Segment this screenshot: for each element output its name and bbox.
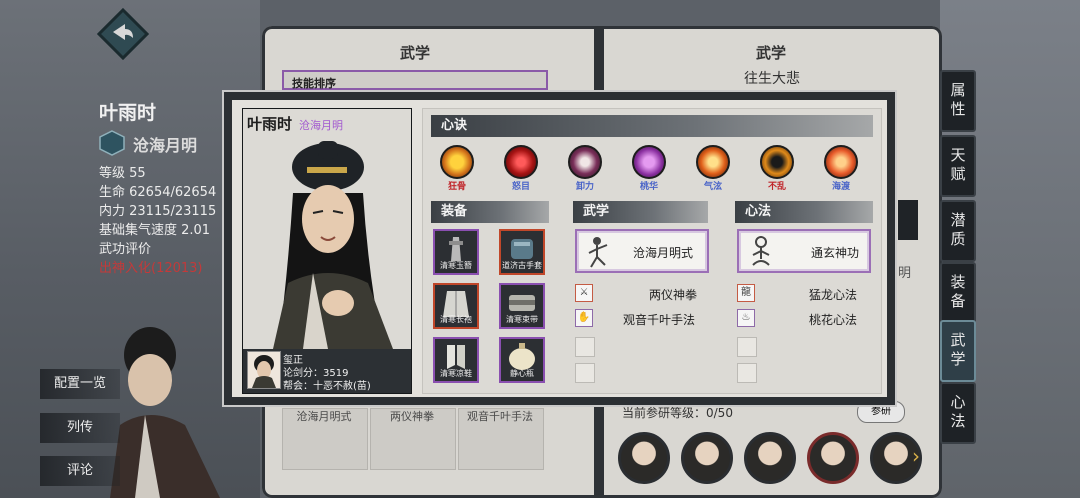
tab-talent[interactable]: 天赋: [940, 135, 976, 197]
empty-skill-slot: [737, 363, 757, 383]
skull-flame-icon: [440, 145, 474, 179]
team-portrait[interactable]: [807, 432, 859, 484]
wuxue-header: 武学: [573, 201, 708, 223]
comment-button[interactable]: 评论: [40, 456, 120, 486]
dialog-title-tag: 沧海月明: [299, 119, 343, 132]
empty-skill-slot: [575, 337, 595, 357]
peach-blossom-icon: [632, 145, 666, 179]
xinjue-row: 狂骨 怒目 卸力 桃华 气泫 不乱 海渡: [435, 145, 873, 193]
wuxue-main-skill[interactable]: 沧海月明式: [575, 229, 709, 273]
xinjue-item[interactable]: 海渡: [819, 145, 863, 192]
equip-slot[interactable]: 清寒长袍: [433, 283, 479, 329]
dragon-heart-icon: 龍: [737, 284, 755, 302]
equip-header: 装备: [431, 201, 549, 223]
book-right-title: 武学: [756, 44, 787, 62]
team-portrait[interactable]: [681, 432, 733, 484]
bg-character-name: 叶雨时: [99, 102, 157, 124]
tab-mental[interactable]: 心法: [940, 382, 976, 444]
xinjue-item[interactable]: 怒目: [499, 145, 543, 192]
tab-martial[interactable]: 武学: [940, 320, 976, 382]
back-button[interactable]: [96, 7, 150, 61]
bg-dark-button: [898, 200, 918, 240]
fire-burst-icon: [696, 145, 730, 179]
meditation-icon: [760, 145, 794, 179]
equip-slot[interactable]: 静心瓶: [499, 337, 545, 383]
bg-eval-value: 出神入化(12013): [99, 261, 203, 276]
xinjue-item[interactable]: 狂骨: [435, 145, 479, 192]
character-panel: 叶雨时 沧海月明 玺正 论剑分：3519 帮会：十恶不赦(苗): [242, 108, 412, 394]
tab-attributes[interactable]: 属性: [940, 70, 976, 132]
character-portrait: [273, 141, 393, 349]
empty-skill-slot: [737, 337, 757, 357]
player-guild: 帮会：十恶不赦(苗): [283, 381, 371, 392]
dialog-character-name: 叶雨时: [247, 115, 293, 133]
bg-inner-power: 内力 23115/23115: [99, 204, 217, 219]
bg-card-3[interactable]: 观音千叶手法: [460, 408, 540, 424]
bg-eval-label: 武功评价: [99, 242, 152, 257]
thousand-hands-icon: ✋: [575, 309, 593, 327]
bg-level: 等级 55: [99, 166, 146, 181]
biography-button[interactable]: 列传: [40, 413, 120, 443]
empty-skill-slot: [575, 363, 595, 383]
whirl-icon: [568, 145, 602, 179]
equip-slot[interactable]: 清寒束带: [499, 283, 545, 329]
equip-slot[interactable]: 清寒凉鞋: [433, 337, 479, 383]
xinfa-skill-2[interactable]: 桃花心法: [809, 311, 857, 328]
xinjue-item[interactable]: 卸力: [563, 145, 607, 192]
xinjue-item[interactable]: 气泫: [691, 145, 735, 192]
bg-speed: 基础集气速度 2.01: [99, 223, 211, 238]
tab-equipment[interactable]: 装备: [940, 262, 976, 324]
meditating-figure-icon: [752, 236, 770, 266]
xinjue-item[interactable]: 桃华: [627, 145, 671, 192]
equip-slot[interactable]: 清寒玉簪: [433, 229, 479, 275]
bg-partial-text: 明: [898, 266, 912, 281]
xinfa-main-skill[interactable]: 通玄神功: [737, 229, 871, 273]
xinfa-skill-1[interactable]: 猛龙心法: [809, 286, 857, 303]
bg-card-2[interactable]: 两仪神拳: [372, 408, 452, 424]
wuxue-skill-2[interactable]: 观音千叶手法: [623, 311, 695, 328]
tab-potential[interactable]: 潜质: [940, 200, 976, 262]
config-overview-button[interactable]: 配置一览: [40, 369, 120, 399]
equip-slot[interactable]: 道济古手套: [499, 229, 545, 275]
back-arrow-icon: [96, 7, 150, 61]
red-eye-icon: [504, 145, 538, 179]
details-panel: 心诀 狂骨 怒目 卸力 桃华 气泫 不乱 海渡 装备 清寒玉簪 道济古手套 清寒…: [422, 108, 882, 394]
martial-pose-icon: [588, 237, 608, 268]
team-portrait-row: [618, 432, 922, 484]
bg-life: 生命 62654/62654: [99, 185, 217, 200]
xinfa-header: 心法: [735, 201, 873, 223]
skill-sort-tab[interactable]: 技能排序: [284, 77, 336, 90]
bg-card-1[interactable]: 沧海月明式: [284, 408, 364, 424]
next-arrow-icon[interactable]: ›: [912, 444, 920, 468]
sect-emblem-icon: [99, 130, 125, 156]
book-left-title: 武学: [400, 44, 431, 62]
character-detail-dialog: 叶雨时 沧海月明 玺正 论剑分：3519 帮会：十恶不赦(苗) 心诀 狂骨 怒目…: [222, 90, 897, 407]
bg-sect-name: 沧海月明: [133, 136, 198, 155]
fist-skill-icon: ⚔: [575, 284, 593, 302]
xinjue-header: 心诀: [431, 115, 873, 137]
team-portrait[interactable]: [744, 432, 796, 484]
book-right-subtitle: 往生大悲: [744, 71, 800, 87]
xinjue-item[interactable]: 不乱: [755, 145, 799, 192]
tide-icon: [824, 145, 858, 179]
player-avatar: [247, 351, 281, 389]
wuxue-skill-1[interactable]: 两仪神拳: [649, 286, 697, 303]
team-portrait[interactable]: [618, 432, 670, 484]
peach-heart-icon: ♨: [737, 309, 755, 327]
